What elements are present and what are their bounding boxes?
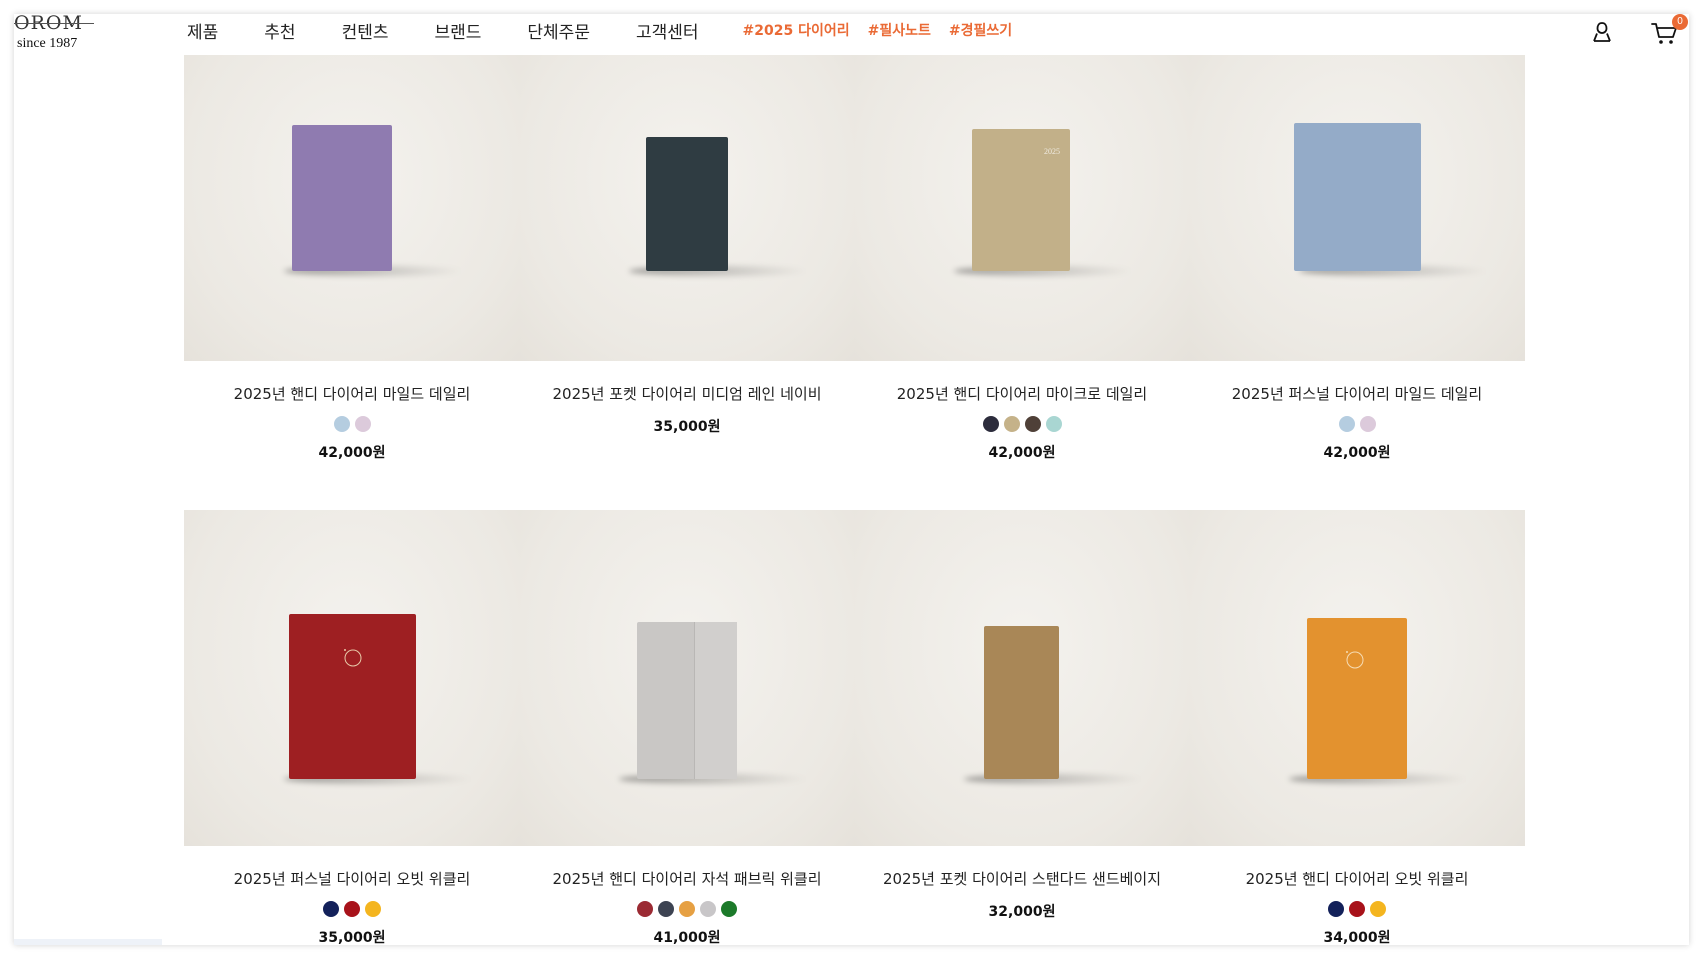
product-card[interactable]: 2025년 퍼스널 다이어리 오빗 위클리 35,000원 bbox=[184, 510, 520, 945]
product-price: 42,000원 bbox=[318, 445, 386, 461]
nav-tag-penmanship[interactable]: #경필쓰기 bbox=[949, 20, 1012, 40]
product-card[interactable]: 2025년 핸디 다이어리 자석 패브릭 위클리 41,000원 bbox=[519, 510, 855, 945]
color-swatches bbox=[1189, 416, 1525, 432]
color-swatch[interactable] bbox=[1045, 416, 1062, 432]
product-price: 34,000원 bbox=[1323, 930, 1391, 945]
product-name[interactable]: 2025년 핸디 다이어리 자석 패브릭 위클리 bbox=[519, 868, 855, 889]
cart-count-badge: 0 bbox=[1672, 14, 1688, 30]
cover-year: 2025 bbox=[1044, 147, 1060, 156]
product-card[interactable]: 2025년 포켓 다이어리 스탠다드 샌드베이지 32,000원 bbox=[854, 510, 1190, 921]
color-swatch[interactable] bbox=[354, 416, 371, 432]
color-swatch[interactable] bbox=[333, 416, 350, 432]
product-image[interactable] bbox=[854, 510, 1190, 846]
product-image[interactable] bbox=[184, 510, 520, 846]
color-swatch[interactable] bbox=[1349, 901, 1365, 917]
product-price: 32,000원 bbox=[988, 904, 1056, 920]
nav-item-customer-center[interactable]: 고객센터 bbox=[636, 18, 699, 43]
product-card[interactable]: 2025년 핸디 다이어리 오빗 위클리 34,000원 bbox=[1189, 510, 1525, 945]
product-price: 41,000원 bbox=[653, 930, 721, 945]
product-name[interactable]: 2025년 퍼스널 다이어리 마일드 데일리 bbox=[1189, 383, 1525, 404]
color-swatch[interactable] bbox=[982, 416, 999, 432]
orbit-icon bbox=[1346, 651, 1364, 669]
product-image[interactable] bbox=[1189, 55, 1525, 361]
user-icon[interactable] bbox=[1590, 20, 1614, 44]
product-image[interactable] bbox=[1189, 510, 1525, 846]
product-name[interactable]: 2025년 퍼스널 다이어리 오빗 위클리 bbox=[184, 868, 520, 889]
nav-tag-2025-diary[interactable]: #2025 다이어리 bbox=[743, 20, 850, 40]
color-swatch[interactable] bbox=[1328, 901, 1344, 917]
color-swatches bbox=[854, 416, 1190, 432]
product-card[interactable]: 2025 2025년 핸디 다이어리 마이크로 데일리 42,000원 bbox=[854, 55, 1190, 462]
product-name[interactable]: 2025년 핸디 다이어리 마이크로 데일리 bbox=[854, 383, 1190, 404]
product-price: 42,000원 bbox=[988, 445, 1056, 461]
color-swatch[interactable] bbox=[721, 901, 737, 917]
product-name[interactable]: 2025년 핸디 다이어리 마일드 데일리 bbox=[184, 383, 520, 404]
brand-logo[interactable]: OROM since 1987 bbox=[14, 14, 94, 56]
color-swatches bbox=[519, 901, 855, 917]
color-swatch[interactable] bbox=[637, 901, 653, 917]
color-swatch[interactable] bbox=[1370, 901, 1386, 917]
color-swatches bbox=[184, 901, 520, 917]
nav-tag-transcription-note[interactable]: #필사노트 bbox=[868, 20, 931, 40]
color-swatch[interactable] bbox=[365, 901, 381, 917]
color-swatch[interactable] bbox=[1003, 416, 1020, 432]
product-price: 42,000원 bbox=[1323, 445, 1391, 461]
product-card[interactable]: 2025년 포켓 다이어리 미디엄 레인 네이비 35,000원 bbox=[519, 55, 855, 436]
browser-viewport: OROM since 1987 제품 추천 컨텐츠 브랜드 단체주문 고객센터 … bbox=[14, 14, 1689, 945]
logo-since: since 1987 bbox=[17, 36, 78, 51]
product-card[interactable]: 2025년 핸디 다이어리 마일드 데일리 42,000원 bbox=[184, 55, 520, 462]
bottom-tab bbox=[14, 939, 162, 945]
product-card[interactable]: 2025년 퍼스널 다이어리 마일드 데일리 42,000원 bbox=[1189, 55, 1525, 462]
color-swatch[interactable] bbox=[658, 901, 674, 917]
product-price: 35,000원 bbox=[318, 930, 386, 945]
nav-item-group-order[interactable]: 단체주문 bbox=[527, 18, 590, 43]
product-price: 35,000원 bbox=[653, 419, 721, 435]
color-swatch[interactable] bbox=[1359, 416, 1376, 432]
color-swatch[interactable] bbox=[1024, 416, 1041, 432]
nav-item-recommend[interactable]: 추천 bbox=[264, 18, 295, 43]
main-nav: 제품 추천 컨텐츠 브랜드 단체주문 고객센터 #2025 다이어리 #필사노트… bbox=[187, 14, 1012, 46]
product-name[interactable]: 2025년 포켓 다이어리 스탠다드 샌드베이지 bbox=[854, 868, 1190, 889]
color-swatches bbox=[184, 416, 520, 432]
color-swatch[interactable] bbox=[1338, 416, 1355, 432]
color-swatch[interactable] bbox=[679, 901, 695, 917]
nav-item-brand[interactable]: 브랜드 bbox=[434, 18, 481, 43]
color-swatch[interactable] bbox=[323, 901, 339, 917]
nav-item-contents[interactable]: 컨텐츠 bbox=[342, 18, 389, 43]
product-name[interactable]: 2025년 포켓 다이어리 미디엄 레인 네이비 bbox=[519, 383, 855, 404]
product-image[interactable] bbox=[184, 55, 520, 361]
color-swatches bbox=[1189, 901, 1525, 917]
logo-wordmark: OROM bbox=[14, 14, 94, 34]
product-name[interactable]: 2025년 핸디 다이어리 오빗 위클리 bbox=[1189, 868, 1525, 889]
color-swatch[interactable] bbox=[344, 901, 360, 917]
product-image[interactable] bbox=[519, 510, 855, 846]
product-image[interactable]: 2025 bbox=[854, 55, 1190, 361]
orbit-icon bbox=[344, 649, 362, 667]
product-image[interactable] bbox=[519, 55, 855, 361]
color-swatch[interactable] bbox=[700, 901, 716, 917]
nav-item-products[interactable]: 제품 bbox=[187, 18, 218, 43]
